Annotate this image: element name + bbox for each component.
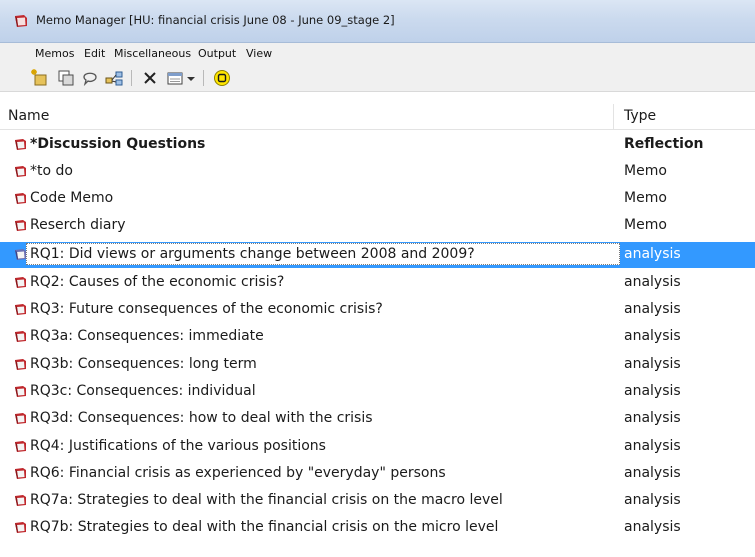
menu-output[interactable]: Output [198, 47, 236, 60]
table-row[interactable]: RQ7b: Strategies to deal with the financ… [0, 515, 755, 541]
comment-icon[interactable] [80, 68, 100, 88]
menu-miscellaneous[interactable]: Miscellaneous [114, 47, 191, 60]
table-row[interactable]: *Discussion Questions Reflection [0, 132, 755, 158]
view-options-icon[interactable] [165, 68, 185, 88]
memo-type: analysis [624, 465, 681, 481]
memo-name: RQ2: Causes of the economic crisis? [30, 274, 285, 290]
memo-name: Reserch diary [30, 217, 126, 233]
table-row[interactable]: *to do Memo [0, 159, 755, 185]
memo-icon [14, 192, 30, 207]
column-header-type[interactable]: Type [624, 108, 656, 124]
table-row[interactable]: RQ3: Future consequences of the economic… [0, 297, 755, 323]
memo-type: analysis [624, 383, 681, 399]
title-bar[interactable]: Memo Manager [HU: financial crisis June … [0, 0, 755, 43]
table-row[interactable]: RQ3c: Consequences: individual analysis [0, 379, 755, 405]
memo-icon [14, 467, 30, 482]
memo-name: RQ4: Justifications of the various posit… [30, 438, 326, 454]
menu-view[interactable]: View [246, 47, 272, 60]
table-row[interactable]: RQ6: Financial crisis as experienced by … [0, 461, 755, 487]
memo-icon [14, 330, 30, 345]
table-row[interactable]: RQ3b: Consequences: long term analysis [0, 352, 755, 378]
memo-icon [14, 494, 30, 509]
memo-name: RQ3d: Consequences: how to deal with the… [30, 410, 373, 426]
memo-type: analysis [624, 246, 681, 262]
menu-edit[interactable]: Edit [84, 47, 105, 60]
table-row[interactable]: Reserch diary Memo [0, 213, 755, 239]
memo-icon [14, 138, 30, 153]
memo-name: RQ3: Future consequences of the economic… [30, 301, 383, 317]
memo-icon [14, 303, 30, 318]
table-row[interactable]: Code Memo Memo [0, 186, 755, 212]
memo-name: RQ7a: Strategies to deal with the financ… [30, 492, 503, 508]
memo-name: RQ3a: Consequences: immediate [30, 328, 264, 344]
memo-icon [14, 385, 30, 400]
toolbar-separator [131, 70, 132, 86]
memo-type: analysis [624, 274, 681, 290]
memo-name: RQ1: Did views or arguments change betwe… [30, 246, 475, 262]
memo-icon [14, 219, 30, 234]
memo-type: Reflection [624, 136, 704, 152]
memo-manager-window: Memo Manager [HU: financial crisis June … [0, 0, 755, 557]
memo-manager-app-icon [13, 13, 29, 29]
memo-icon [14, 358, 30, 373]
memo-name: RQ3c: Consequences: individual [30, 383, 256, 399]
dropdown-arrow-icon[interactable] [185, 68, 197, 88]
memo-type: analysis [624, 356, 681, 372]
column-header-name[interactable]: Name [8, 108, 49, 124]
memo-type: analysis [624, 492, 681, 508]
toolbar-separator [203, 70, 204, 86]
memo-type: analysis [624, 301, 681, 317]
column-divider[interactable] [613, 104, 614, 129]
memo-name: RQ7b: Strategies to deal with the financ… [30, 519, 499, 535]
network-icon[interactable] [104, 68, 124, 88]
table-row[interactable]: RQ3d: Consequences: how to deal with the… [0, 406, 755, 432]
memo-type: analysis [624, 438, 681, 454]
memo-type: Memo [624, 217, 667, 233]
duplicate-icon[interactable] [56, 68, 76, 88]
memo-icon [14, 276, 30, 291]
memo-type: analysis [624, 410, 681, 426]
table-row[interactable]: RQ4: Justifications of the various posit… [0, 434, 755, 460]
new-memo-icon[interactable] [30, 68, 50, 88]
table-row[interactable]: RQ3a: Consequences: immediate analysis [0, 324, 755, 350]
delete-icon[interactable] [140, 68, 160, 88]
table-row[interactable]: RQ2: Causes of the economic crisis? anal… [0, 270, 755, 296]
memo-icon [14, 248, 30, 263]
memo-name: Code Memo [30, 190, 114, 206]
menu-memos[interactable]: Memos [35, 47, 74, 60]
memo-type: analysis [624, 328, 681, 344]
window-title: Memo Manager [HU: financial crisis June … [36, 13, 395, 27]
table-row[interactable]: RQ7a: Strategies to deal with the financ… [0, 488, 755, 514]
highlight-icon[interactable] [212, 68, 232, 88]
memo-icon [14, 412, 30, 427]
memo-name: RQ6: Financial crisis as experienced by … [30, 465, 446, 481]
memo-type: Memo [624, 163, 667, 179]
toolbar [0, 65, 755, 92]
memo-name: RQ3b: Consequences: long term [30, 356, 257, 372]
memo-type: analysis [624, 519, 681, 535]
memo-name: *to do [30, 163, 73, 179]
memo-name: *Discussion Questions [30, 136, 206, 152]
memo-icon [14, 521, 30, 536]
memo-icon [14, 440, 30, 455]
table-header: Name Type [0, 104, 755, 130]
menu-bar: Memos Edit Miscellaneous Output View [0, 43, 755, 65]
table-row-selected[interactable]: RQ1: Did views or arguments change betwe… [0, 242, 755, 268]
memo-type: Memo [624, 190, 667, 206]
memo-icon [14, 165, 30, 180]
